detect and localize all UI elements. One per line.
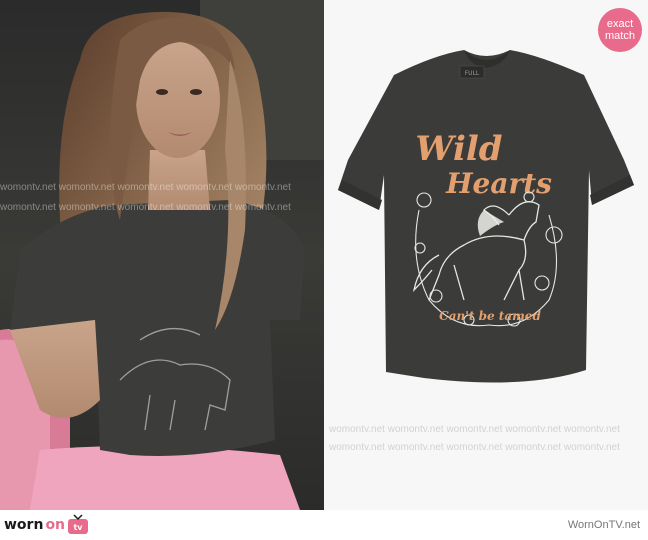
tshirt-product-illustration: FULL Wild Hearts Can't be tamed womontv.…: [328, 50, 634, 453]
badge-line-1: exact: [606, 18, 634, 30]
logo-word-on: on: [45, 517, 66, 533]
graphic-title-hearts: Hearts: [445, 167, 552, 200]
watermark-text: womontv.net womontv.net womontv.net womo…: [0, 202, 291, 213]
watermark-text: womontv.net womontv.net womontv.net womo…: [328, 442, 620, 453]
site-credit[interactable]: WornOnTV.net: [568, 519, 640, 531]
logo-tv-label: tv: [74, 523, 84, 532]
neck-tag-label: FULL: [465, 70, 480, 77]
footer-bar: [0, 510, 648, 540]
graphic-title-wild: Wild: [415, 129, 502, 169]
scene-illustration: womontv.net womontv.net womontv.net womo…: [0, 0, 324, 510]
badge-line-2: match: [605, 30, 635, 42]
right-eye: [190, 89, 202, 95]
neck: [148, 150, 210, 210]
watermark-text: womontv.net womontv.net womontv.net womo…: [328, 424, 620, 435]
logo-word-worn: worn: [4, 517, 44, 533]
watermark-text: womontv.net womontv.net womontv.net womo…: [0, 182, 291, 193]
graphic-tagline: Can't be tamed: [439, 309, 541, 323]
left-eye: [156, 89, 168, 95]
tv-icon: tv: [68, 514, 89, 534]
wornontv-logo[interactable]: worn on tv: [4, 513, 89, 537]
exact-match-badge: exact match: [598, 8, 642, 52]
scene-photo: womontv.net womontv.net womontv.net womo…: [0, 0, 324, 510]
product-image: FULL Wild Hearts Can't be tamed womontv.…: [324, 0, 648, 510]
